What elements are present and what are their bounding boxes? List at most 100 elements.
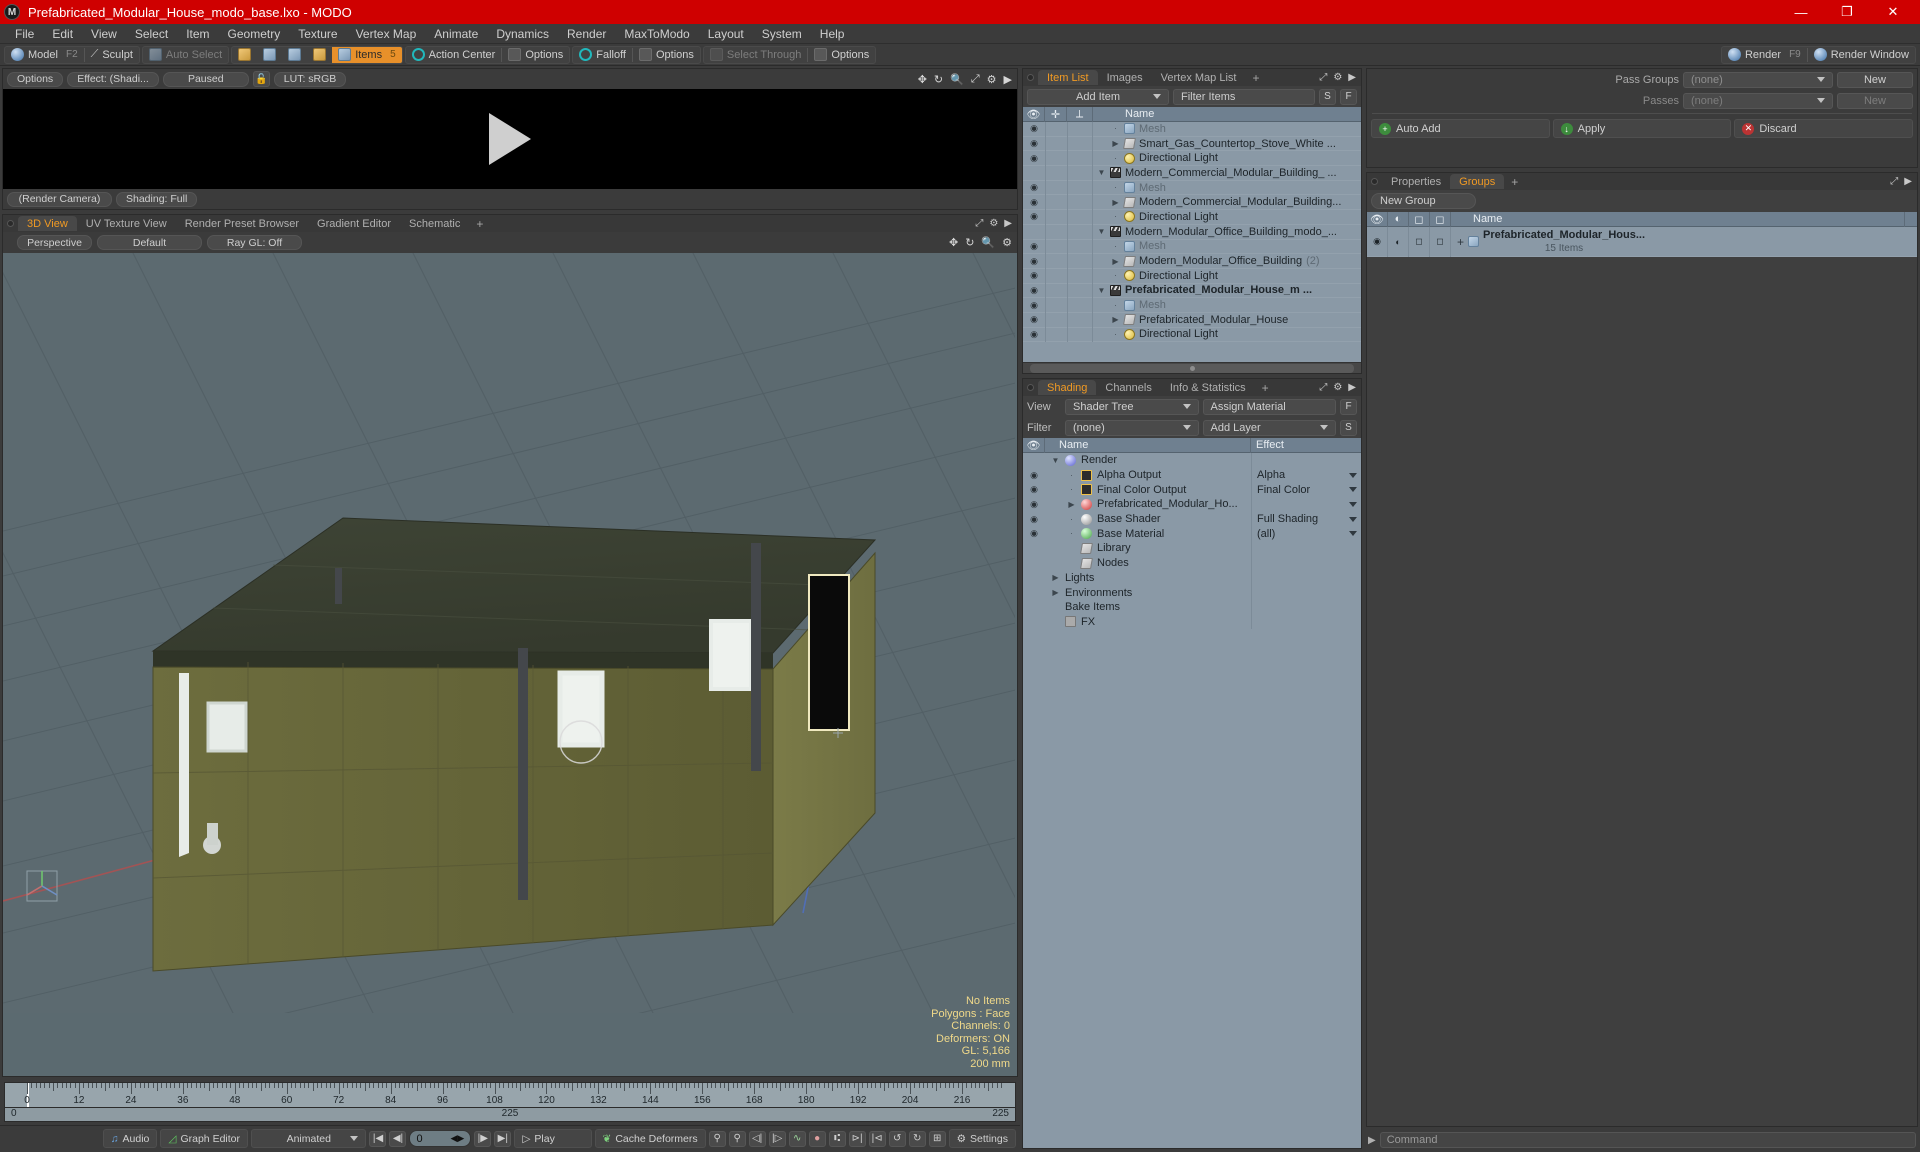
lock-cell[interactable]	[1045, 268, 1067, 284]
twisty-icon[interactable]: ▶	[1051, 588, 1060, 597]
menu-edit[interactable]: Edit	[43, 24, 82, 44]
shading-row[interactable]: ◉ · Alpha Output Alpha	[1023, 467, 1361, 483]
shading-row[interactable]: FX	[1023, 614, 1361, 630]
passes-new-button[interactable]: New	[1837, 92, 1913, 109]
lock-cell[interactable]	[1045, 297, 1067, 313]
eye-icon[interactable]: ◉	[1023, 499, 1045, 510]
lock-cell[interactable]	[1045, 327, 1067, 342]
menu-vertex-map[interactable]: Vertex Map	[347, 24, 426, 44]
eye-icon[interactable]: ◉	[1023, 329, 1045, 340]
last-frame-button[interactable]: ▶|	[494, 1130, 512, 1147]
eye-icon[interactable]: ◉	[1023, 270, 1045, 281]
viewport-3d-canvas[interactable]: No Items Polygons : Face Channels: 0 Def…	[3, 253, 1017, 1076]
panel-menu-icon[interactable]	[1027, 384, 1034, 391]
twisty-icon[interactable]: ·	[1111, 271, 1120, 280]
add-tab-button[interactable]: +	[1245, 71, 1266, 85]
shading-list-body[interactable]: ▼ Render ◉ · Alpha Output Alpha ◉ · Final Color …	[1023, 453, 1361, 1148]
rotate-icon[interactable]: ↻	[965, 236, 974, 249]
preview-effect-button[interactable]: Effect: (Shadi...	[67, 71, 159, 87]
eye-icon[interactable]: ◉	[1023, 182, 1045, 193]
shading-row-effect-cell[interactable]	[1251, 555, 1361, 571]
command-input[interactable]: Command	[1379, 1132, 1916, 1148]
shading-row-effect-cell[interactable]	[1251, 453, 1361, 468]
edge-mode-button[interactable]	[257, 47, 282, 63]
shading-mode-button[interactable]: Shading: Full	[116, 191, 198, 207]
lock-icon[interactable]: 🔓	[252, 71, 270, 87]
eye-icon[interactable]: ◉	[1023, 300, 1045, 311]
item-list-row[interactable]: ◉ · Directional Light	[1023, 150, 1361, 167]
lock-cell[interactable]	[1045, 209, 1067, 225]
chevron-right-icon[interactable]: ▶	[1368, 1135, 1376, 1146]
item-list-body[interactable]: ◉ · Mesh ◉ ▶ Smart_Gas_Countertop_Stove_White…	[1023, 122, 1361, 362]
sculpt-mode-button[interactable]: ⟋ Sculpt	[85, 47, 139, 63]
item-list-row[interactable]: ◉ ▶ Prefabricated_Modular_House	[1023, 312, 1361, 328]
axis-cell[interactable]	[1067, 239, 1093, 254]
chevron-right-icon[interactable]: ▶	[1004, 218, 1012, 229]
groups-list-body[interactable]: ◉ ◐ ◻ ◻ + Prefabricated_Modular_Hous... 15 Ite…	[1367, 227, 1917, 257]
axis-icon[interactable]: ⟂	[1067, 106, 1093, 122]
twisty-icon[interactable]: ·	[1111, 301, 1120, 310]
tab-info-statistics[interactable]: Info & Statistics	[1161, 380, 1255, 395]
audio-button[interactable]: ♫ Audio	[102, 1129, 158, 1148]
action-center-button[interactable]: Action Center	[406, 47, 502, 63]
chevron-down-icon[interactable]	[1349, 487, 1357, 493]
shading-f-button[interactable]: F	[1340, 398, 1357, 415]
twisty-icon[interactable]: ▼	[1097, 286, 1106, 295]
zoom-icon[interactable]: 🔍	[950, 73, 964, 86]
key-prev-button[interactable]: ◁|	[748, 1130, 766, 1147]
pass-groups-dropdown[interactable]: (none)	[1683, 71, 1833, 88]
axis-cell[interactable]	[1067, 194, 1093, 210]
twisty-icon[interactable]: ▶	[1111, 257, 1120, 266]
select-through-button[interactable]: Select Through	[704, 47, 807, 63]
twisty-icon[interactable]: ▶	[1051, 573, 1060, 582]
shading-row[interactable]: Library	[1023, 541, 1361, 556]
tab-item-list[interactable]: Item List	[1038, 70, 1098, 85]
shading-toggle-icon[interactable]: ◻	[1409, 227, 1430, 257]
timeline-range-bar[interactable]: 0 225 225	[4, 1108, 1016, 1122]
pass-groups-new-button[interactable]: New	[1837, 71, 1913, 88]
shading-row-effect-cell[interactable]	[1251, 614, 1361, 630]
move-icon[interactable]: ✥	[949, 236, 958, 249]
eye-icon[interactable]: ◉	[1023, 123, 1045, 134]
shader-tree-dropdown[interactable]: Shader Tree	[1065, 398, 1199, 415]
add-tab-button[interactable]: +	[469, 217, 490, 231]
add-layer-dropdown[interactable]: Add Layer	[1202, 419, 1336, 436]
play-triangle-icon[interactable]	[489, 113, 531, 165]
shading-row[interactable]: Bake Items	[1023, 599, 1361, 615]
play-arrow-icon[interactable]: ▶	[1004, 73, 1012, 86]
cache-deformers-button[interactable]: ❦ Cache Deformers	[594, 1129, 706, 1148]
maximize-panel-icon[interactable]: ⤢	[975, 218, 983, 229]
expand-plus-icon[interactable]: +	[1457, 235, 1464, 249]
eye-icon[interactable]: ◉	[1023, 484, 1045, 495]
lock-cell[interactable]	[1045, 239, 1067, 254]
shading-row[interactable]: ◉ · Final Color Output Final Color	[1023, 482, 1361, 498]
item-list-row[interactable]: ◉ ▶ Modern_Modular_Office_Building (2)	[1023, 253, 1361, 269]
menu-system[interactable]: System	[753, 24, 811, 44]
chevron-right-icon[interactable]: ▶	[1904, 176, 1912, 187]
chevron-down-icon[interactable]	[1349, 472, 1357, 478]
axis-cell[interactable]	[1067, 209, 1093, 225]
model-mode-button[interactable]: Model F2	[5, 47, 84, 63]
eye-icon[interactable]: ◉	[1023, 138, 1045, 149]
ik-toggle-a-button[interactable]: ⚲	[708, 1130, 726, 1147]
tab-uv-texture-view[interactable]: UV Texture View	[77, 216, 176, 231]
twisty-icon[interactable]: ·	[1067, 515, 1076, 524]
add-tab-button[interactable]: +	[1504, 175, 1525, 189]
cycle-button[interactable]: ↻	[908, 1130, 926, 1147]
settings-button[interactable]: ⚙ Settings	[948, 1129, 1016, 1148]
discard-button[interactable]: ✕ Discard	[1734, 119, 1914, 138]
tab-images[interactable]: Images	[1098, 70, 1152, 85]
wireframe-toggle-icon[interactable]: ◻	[1430, 211, 1451, 227]
maximize-button[interactable]: ❐	[1824, 0, 1870, 24]
preview-paused-button[interactable]: Paused	[162, 71, 249, 87]
eye-icon[interactable]: ◉	[1023, 241, 1045, 252]
tab-groups[interactable]: Groups	[1450, 174, 1505, 189]
delete-key-button[interactable]: ⑆	[828, 1130, 846, 1147]
render-window-button[interactable]: Render Window	[1808, 47, 1915, 63]
axis-cell[interactable]	[1067, 283, 1093, 298]
shading-row[interactable]: ◉ · Base Shader Full Shading	[1023, 511, 1361, 527]
lock-cell[interactable]	[1045, 150, 1067, 166]
menu-file[interactable]: File	[6, 24, 43, 44]
lock-cell[interactable]	[1045, 165, 1067, 181]
range-out-button[interactable]: |⊲	[868, 1130, 886, 1147]
